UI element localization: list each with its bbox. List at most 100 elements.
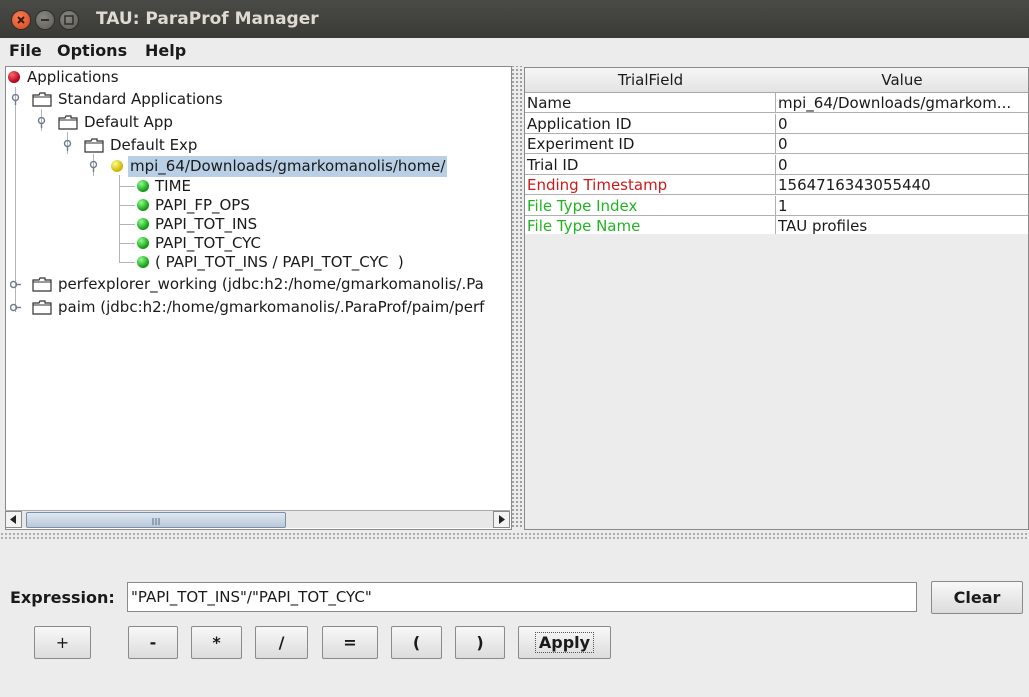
- green-ball-icon: [137, 256, 149, 268]
- value-cell: 0: [776, 134, 1028, 154]
- expression-input[interactable]: "PAPI_TOT_INS"/"PAPI_TOT_CYC": [127, 582, 917, 612]
- table-row[interactable]: File Type Name TAU profiles: [525, 216, 1028, 236]
- table-empty-area: [525, 234, 1028, 529]
- expression-label: Expression:: [10, 588, 115, 607]
- value-cell: 1564716343055440: [776, 175, 1028, 195]
- apply-button[interactable]: Apply: [518, 626, 611, 659]
- tree-label: PAPI_TOT_INS: [155, 215, 258, 233]
- tree-node-metric[interactable]: TIME: [135, 176, 285, 197]
- expand-handle-icon[interactable]: [62, 140, 73, 151]
- green-ball-icon: [137, 199, 149, 211]
- column-header-value[interactable]: Value: [776, 68, 1028, 93]
- tree-node-metric[interactable]: PAPI_FP_OPS: [135, 195, 315, 216]
- collapsed-handle-icon[interactable]: [10, 279, 21, 290]
- minimize-window-button[interactable]: [35, 10, 55, 30]
- equals-button[interactable]: =: [322, 626, 378, 659]
- clear-button[interactable]: Clear: [931, 581, 1023, 614]
- scroll-right-button[interactable]: [493, 511, 510, 528]
- trial-fields-table[interactable]: TrialField Value Name mpi_64/Downloads/gm…: [524, 67, 1029, 530]
- green-ball-icon: [137, 180, 149, 192]
- red-ball-icon: [8, 71, 20, 83]
- arrow-right-icon: [499, 515, 505, 524]
- tree-label: Applications: [27, 68, 119, 86]
- apply-label: Apply: [534, 632, 595, 653]
- trialfield-cell: Name: [525, 93, 776, 113]
- tree-line: [119, 262, 135, 263]
- tree-label: Default Exp: [110, 136, 198, 154]
- trialfield-cell: Ending Timestamp: [525, 175, 776, 195]
- folder-icon: [32, 92, 52, 107]
- expand-handle-icon[interactable]: [36, 117, 47, 128]
- tree-line: [119, 175, 120, 262]
- tree-line: [119, 205, 135, 206]
- right-paren-button[interactable]: ): [455, 626, 505, 659]
- window-title: TAU: ParaProf Manager: [96, 9, 319, 29]
- trialfield-cell: File Type Index: [525, 195, 776, 216]
- maximize-icon: [64, 15, 74, 25]
- value-cell: TAU profiles: [776, 216, 1028, 236]
- trial-tree[interactable]: Applications Standard Applications Defau…: [5, 66, 512, 530]
- table-row[interactable]: File Type Index 1: [525, 195, 1028, 216]
- tree-node-db-paim[interactable]: paim (jdbc:h2:/home/gmarkomanolis/.ParaP…: [10, 297, 511, 318]
- vertical-split-divider[interactable]: [511, 66, 523, 528]
- tree-node-db-perfexplorer[interactable]: perfexplorer_working (jdbc:h2:/home/gmar…: [10, 274, 511, 295]
- value-cell: 0: [776, 155, 1028, 175]
- scrollbar-thumb[interactable]: [26, 512, 286, 528]
- value-cell: mpi_64/Downloads/gmarkom...: [776, 93, 1028, 113]
- tree-label: PAPI_TOT_CYC: [155, 234, 261, 252]
- title-bar: TAU: ParaProf Manager: [0, 0, 1029, 38]
- collapsed-handle-icon[interactable]: [10, 302, 21, 313]
- folder-icon: [58, 115, 78, 130]
- yellow-ball-icon: [111, 160, 123, 172]
- minimize-icon: [41, 19, 49, 21]
- tree-node-metric[interactable]: PAPI_TOT_INS: [135, 214, 315, 235]
- horizontal-split-divider[interactable]: [0, 532, 1029, 540]
- table-row[interactable]: Ending Timestamp 1564716343055440: [525, 175, 1028, 195]
- tree-node-derived-metric[interactable]: ( PAPI_TOT_INS / PAPI_TOT_CYC ): [135, 252, 455, 273]
- tree-line: [119, 186, 135, 187]
- menu-file[interactable]: File: [9, 41, 42, 60]
- tree-label: perfexplorer_working (jdbc:h2:/home/gmar…: [58, 275, 484, 293]
- trialfield-cell: File Type Name: [525, 216, 776, 236]
- tree-node-default-app[interactable]: Default App: [36, 112, 236, 133]
- menu-options[interactable]: Options: [57, 41, 127, 60]
- tree-node-trial[interactable]: mpi_64/Downloads/gmarkomanolis/home/: [88, 156, 488, 177]
- column-header-trialfield[interactable]: TrialField: [525, 68, 777, 93]
- multiply-button[interactable]: *: [191, 626, 242, 659]
- folder-icon: [32, 300, 52, 315]
- menu-help[interactable]: Help: [145, 41, 186, 60]
- tree-node-metric[interactable]: PAPI_TOT_CYC: [135, 233, 315, 254]
- tree-label: mpi_64/Downloads/gmarkomanolis/home/: [128, 156, 448, 177]
- divide-button[interactable]: /: [255, 626, 308, 659]
- table-row[interactable]: Application ID 0: [525, 113, 1028, 134]
- folder-icon: [32, 277, 52, 292]
- trialfield-cell: Application ID: [525, 113, 776, 134]
- tree-node-default-exp[interactable]: Default Exp: [62, 135, 262, 156]
- table-row[interactable]: Name mpi_64/Downloads/gmarkom...: [525, 93, 1028, 113]
- tree-node-standard-applications[interactable]: Standard Applications: [10, 89, 270, 110]
- table-row[interactable]: Experiment ID 0: [525, 134, 1028, 154]
- tree-label: TIME: [155, 177, 192, 195]
- value-cell: 1: [776, 196, 1028, 216]
- green-ball-icon: [137, 237, 149, 249]
- tree-horizontal-scrollbar[interactable]: [5, 510, 510, 528]
- table-row[interactable]: Trial ID 0: [525, 154, 1028, 175]
- tree-node-applications[interactable]: Applications: [7, 67, 207, 88]
- close-window-button[interactable]: [11, 10, 31, 30]
- plus-button[interactable]: +: [34, 626, 91, 659]
- expand-handle-icon[interactable]: [10, 94, 21, 105]
- tree-line: [119, 243, 135, 244]
- trialfield-cell: Experiment ID: [525, 134, 776, 154]
- green-ball-icon: [137, 218, 149, 230]
- maximize-window-button[interactable]: [59, 10, 79, 30]
- tree-label: ( PAPI_TOT_INS / PAPI_TOT_CYC ): [155, 253, 404, 271]
- left-paren-button[interactable]: (: [391, 626, 442, 659]
- scroll-left-button[interactable]: [5, 511, 22, 528]
- arrow-left-icon: [10, 515, 16, 524]
- menu-bar: File Options Help: [0, 38, 1029, 64]
- trialfield-cell: Trial ID: [525, 154, 776, 175]
- expand-handle-icon[interactable]: [88, 161, 99, 172]
- tree-line: [119, 224, 135, 225]
- tree-label: paim (jdbc:h2:/home/gmarkomanolis/.ParaP…: [58, 298, 485, 316]
- minus-button[interactable]: -: [128, 626, 178, 659]
